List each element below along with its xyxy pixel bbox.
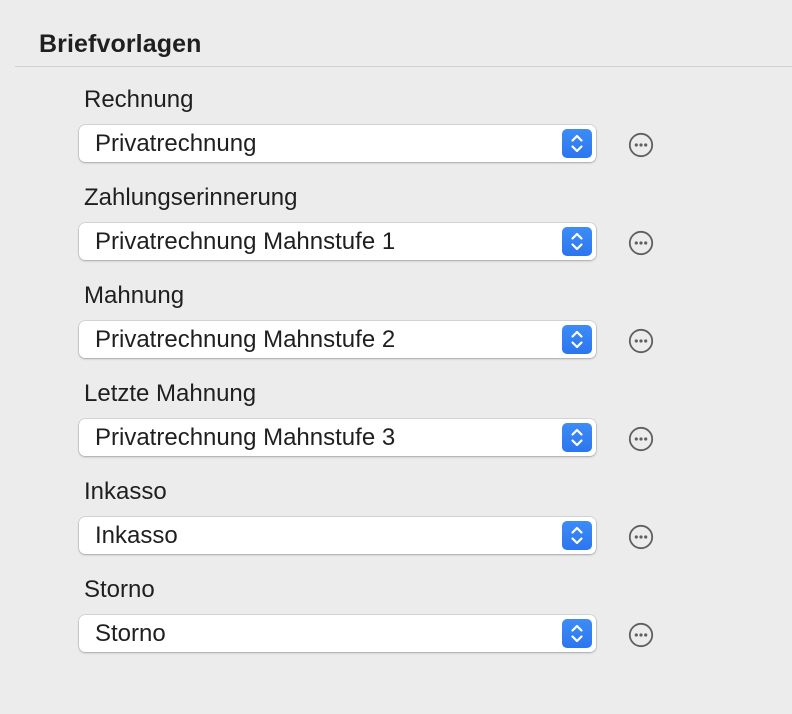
up-down-chevron-icon [562, 227, 592, 256]
field-label-inkasso: Inkasso [84, 478, 167, 505]
field-label-zahlungserinnerung: Zahlungserinnerung [84, 184, 298, 211]
popup-zahlungserinnerung[interactable]: Privatrechnung Mahnstufe 1 [79, 223, 596, 260]
section-title: Briefvorlagen [39, 30, 202, 58]
ellipsis-circle-icon[interactable] [628, 230, 654, 256]
popup-letzte-mahnung[interactable]: Privatrechnung Mahnstufe 3 [79, 419, 596, 456]
popup-inkasso[interactable]: Inkasso [79, 517, 596, 554]
up-down-chevron-icon [562, 325, 592, 354]
ellipsis-circle-icon[interactable] [628, 426, 654, 452]
up-down-chevron-icon [562, 129, 592, 158]
popup-value-storno: Storno [95, 620, 166, 647]
popup-value-letzte-mahnung: Privatrechnung Mahnstufe 3 [95, 424, 396, 451]
popup-value-rechnung: Privatrechnung [95, 130, 257, 157]
popup-value-zahlungserinnerung: Privatrechnung Mahnstufe 1 [95, 228, 396, 255]
popup-mahnung[interactable]: Privatrechnung Mahnstufe 2 [79, 321, 596, 358]
field-label-rechnung: Rechnung [84, 86, 194, 113]
popup-value-inkasso: Inkasso [95, 522, 178, 549]
field-label-mahnung: Mahnung [84, 282, 185, 309]
ellipsis-circle-icon[interactable] [628, 524, 654, 550]
ellipsis-circle-icon[interactable] [628, 132, 654, 158]
up-down-chevron-icon [562, 619, 592, 648]
up-down-chevron-icon [562, 521, 592, 550]
section-divider [15, 66, 792, 67]
ellipsis-circle-icon[interactable] [628, 328, 654, 354]
popup-value-mahnung: Privatrechnung Mahnstufe 2 [95, 326, 396, 353]
ellipsis-circle-icon[interactable] [628, 622, 654, 648]
popup-rechnung[interactable]: Privatrechnung [79, 125, 596, 162]
field-label-letzte-mahnung: Letzte Mahnung [84, 380, 257, 407]
up-down-chevron-icon [562, 423, 592, 452]
field-label-storno: Storno [84, 576, 155, 603]
popup-storno[interactable]: Storno [79, 615, 596, 652]
